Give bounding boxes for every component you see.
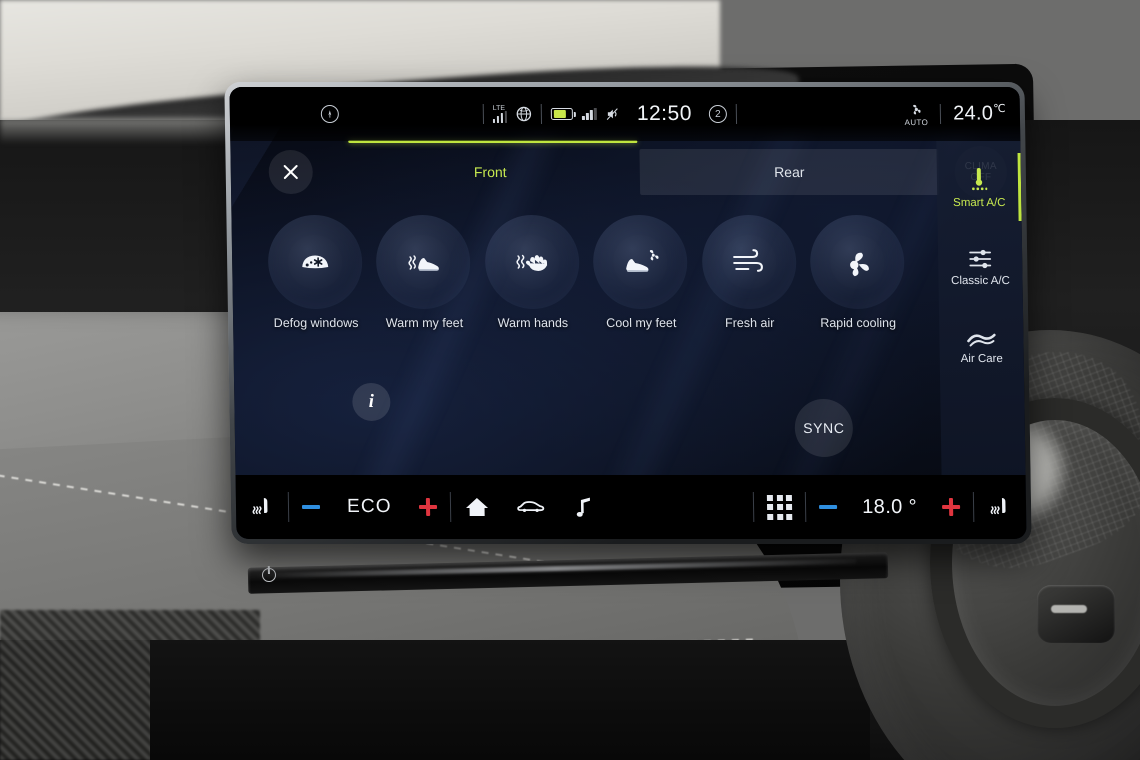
status-bar-right: AUTO 24.0℃	[790, 102, 1020, 127]
apps-button[interactable]	[754, 475, 806, 539]
driver-temp-minus-button[interactable]	[289, 475, 334, 539]
heated-shoe-icon	[375, 215, 472, 310]
vehicle-button[interactable]	[502, 475, 561, 539]
music-note-icon	[574, 495, 594, 519]
status-bar-center: LTE 12:50 2	[430, 102, 790, 126]
sync-button[interactable]: SYNC	[794, 398, 854, 457]
infotainment-screen-bezel: LTE 12:50 2 AUTO 24.0℃ Front Rear Defog …	[224, 82, 1032, 544]
sidebar-item-label: Smart A/C	[953, 196, 1006, 209]
clock: 12:50	[636, 102, 693, 126]
profile-badge[interactable]: 2	[708, 105, 728, 124]
app-grid-icon	[766, 494, 793, 520]
quick-action-defog-windows[interactable]: Defog windows	[265, 215, 365, 363]
tab-rear-label: Rear	[773, 164, 805, 181]
heated-seat-icon	[249, 494, 275, 520]
status-divider-2	[541, 104, 543, 125]
signal-bars-icon	[492, 111, 508, 124]
tab-front[interactable]: Front	[340, 149, 640, 195]
cellular-bars-icon	[582, 108, 597, 121]
quick-action-grid: Defog windows Warm my feet Warm hands Co…	[265, 215, 907, 363]
driver-heated-seat-button[interactable]	[235, 475, 288, 539]
quick-action-warm-my-feet[interactable]: Warm my feet	[374, 215, 474, 363]
passenger-temp-minus-button[interactable]	[806, 475, 851, 539]
sidebar-item-label: Air Care	[960, 352, 1003, 365]
heated-hand-icon	[484, 215, 580, 310]
sliders-icon	[967, 248, 993, 270]
plus-icon	[419, 498, 437, 516]
minus-icon	[301, 504, 321, 509]
quick-action-rapid-cooling[interactable]: Rapid cooling	[807, 215, 907, 363]
status-bar: LTE 12:50 2 AUTO 24.0℃	[229, 87, 1021, 142]
lte-signal-icon: LTE	[492, 105, 508, 124]
home-button[interactable]	[450, 475, 503, 539]
info-icon[interactable]: i	[352, 382, 391, 421]
status-divider-4	[939, 104, 942, 125]
quick-action-label: Rapid cooling	[820, 315, 897, 330]
airflow-waves-icon	[966, 329, 996, 347]
globe-icon	[516, 106, 532, 122]
fan-icon	[809, 215, 905, 310]
car-icon	[516, 497, 548, 517]
sync-label: SYNC	[803, 419, 845, 436]
quick-action-fresh-air[interactable]: Fresh air	[699, 215, 799, 363]
sidebar-item-smart-ac[interactable]: Smart A/C	[936, 147, 1021, 227]
console-mid-panel	[150, 640, 870, 760]
infotainment-screen: LTE 12:50 2 AUTO 24.0℃ Front Rear Defog …	[229, 87, 1027, 539]
status-divider	[482, 104, 484, 125]
media-button[interactable]	[560, 475, 607, 539]
quick-action-label: Defog windows	[273, 315, 359, 330]
plus-icon	[942, 498, 960, 516]
steering-wheel-controls[interactable]	[1037, 585, 1115, 643]
quick-action-warm-hands[interactable]: Warm hands	[482, 215, 582, 363]
passenger-temperature[interactable]: 18.0 °	[850, 495, 929, 518]
wind-icon	[701, 215, 797, 310]
passenger-temp-plus-button[interactable]	[929, 475, 974, 539]
bottom-bar: ECO 18.0 °	[235, 474, 1027, 539]
passenger-heated-seat-button[interactable]	[974, 475, 1027, 539]
temp-unit: ℃	[993, 103, 1006, 116]
auto-fan-icon[interactable]: AUTO	[904, 102, 928, 127]
driver-temp-plus-button[interactable]	[405, 475, 450, 539]
climate-tab-row: Front Rear CLIMA OFF	[230, 141, 1021, 203]
quick-action-label: Cool my feet	[606, 315, 677, 330]
quick-action-label: Warm hands	[497, 315, 569, 330]
info-label: i	[368, 390, 375, 412]
heated-seat-icon	[987, 494, 1013, 520]
compass-icon	[320, 105, 339, 124]
quick-action-label: Fresh air	[724, 315, 775, 330]
thermometer-icon	[967, 166, 991, 192]
sidebar-item-label: Classic A/C	[951, 274, 1011, 287]
tab-front-label: Front	[473, 164, 507, 181]
outside-temperature: 24.0℃	[952, 102, 1006, 125]
quick-action-label: Warm my feet	[385, 315, 464, 330]
close-icon[interactable]	[268, 150, 314, 195]
mute-speaker-icon	[606, 107, 620, 121]
status-divider-3	[735, 104, 738, 125]
driver-climate-mode[interactable]: ECO	[333, 496, 406, 518]
cooled-shoe-icon	[592, 215, 689, 310]
battery-icon	[551, 108, 574, 121]
home-icon	[464, 495, 490, 519]
status-bar-left	[230, 105, 430, 124]
minus-icon	[819, 504, 838, 509]
sidebar-item-classic-ac[interactable]: Classic A/C	[938, 227, 1023, 307]
sidebar-item-air-care[interactable]: Air Care	[939, 307, 1024, 387]
auto-label: AUTO	[904, 117, 929, 127]
defrost-windshield-icon	[267, 215, 363, 310]
tab-rear[interactable]: Rear	[639, 149, 940, 196]
quick-action-cool-my-feet[interactable]: Cool my feet	[591, 215, 691, 363]
front-rear-tabs: Front Rear	[340, 149, 940, 196]
